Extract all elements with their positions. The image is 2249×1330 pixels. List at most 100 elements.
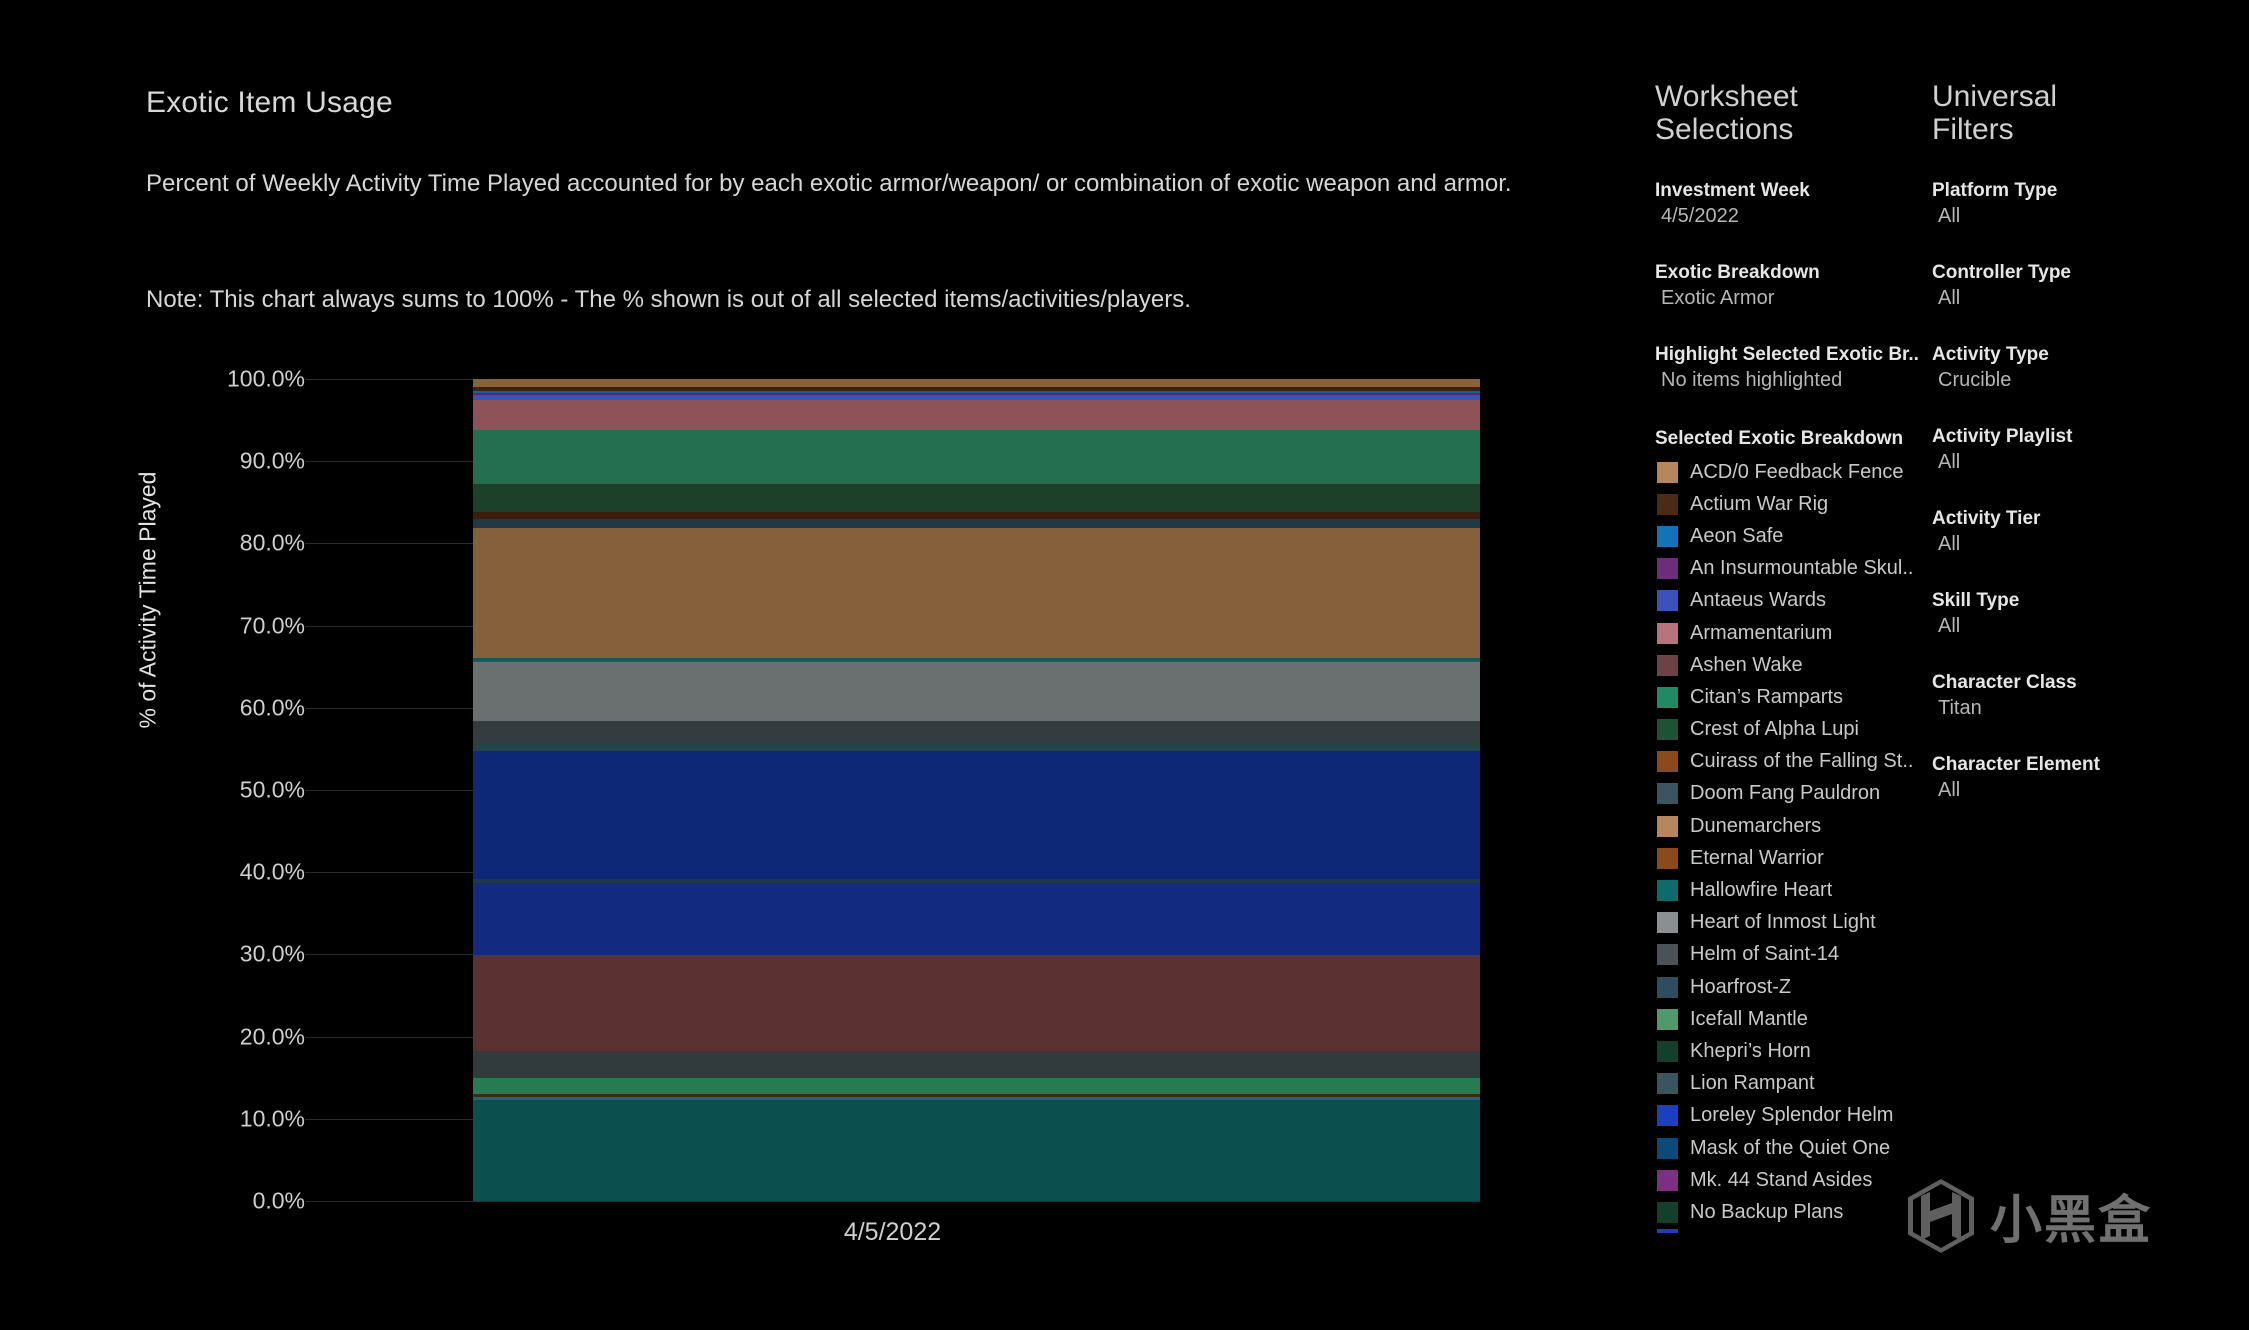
legend-item-label: ACD/0 Feedback Fence <box>1690 460 1904 483</box>
worksheet-selections-panel: Worksheet Selections Investment Week 4/5/… <box>1655 80 1935 1233</box>
worksheet-selections-heading: Worksheet Selections <box>1655 80 1935 146</box>
legend-item[interactable]: ACD/0 Feedback Fence <box>1655 456 1935 488</box>
legend-color-swatch-icon <box>1657 880 1678 902</box>
legend-item-clipped[interactable] <box>1655 1228 1935 1233</box>
legend-item-label: Helm of Saint-14 <box>1690 943 1839 966</box>
legend-color-swatch-icon <box>1657 815 1678 837</box>
legend-color-swatch-icon <box>1657 783 1678 805</box>
legend-item[interactable]: Loreley Splendor Helm <box>1655 1100 1935 1132</box>
legend-item-label: Ashen Wake <box>1690 653 1803 676</box>
filter-value[interactable]: All <box>1932 205 2232 228</box>
worksheet-filter-exotic-breakdown[interactable]: Exotic Breakdown Exotic Armor <box>1655 262 1935 310</box>
legend-item-label: Aeon Safe <box>1690 524 1784 547</box>
legend-item-label: Mk. 44 Stand Asides <box>1690 1168 1873 1191</box>
legend-item-label: Mask of the Quiet One <box>1690 1136 1891 1159</box>
filter-label: Activity Playlist <box>1932 426 2073 447</box>
legend-item[interactable]: Dunemarchers <box>1655 810 1935 842</box>
legend-item-label: Hoarfrost-Z <box>1690 975 1792 998</box>
legend-color-swatch-icon <box>1657 461 1678 483</box>
universal-filter-skill-type[interactable]: Skill Type All <box>1932 590 2232 638</box>
legend-color-swatch-icon <box>1657 976 1678 998</box>
legend-item-label: Actium War Rig <box>1690 492 1829 515</box>
filter-value[interactable]: Titan <box>1932 697 2232 720</box>
filter-value[interactable]: 4/5/2022 <box>1655 205 1935 228</box>
y-tick-label: 80.0% <box>239 529 305 556</box>
watermark: 小黑盒 <box>1908 1178 2152 1253</box>
legend-color-swatch-icon <box>1657 1169 1678 1191</box>
universal-filter-character-element[interactable]: Character Element All <box>1932 754 2232 802</box>
legend-item[interactable]: Lion Rampant <box>1655 1068 1935 1100</box>
legend-color-swatch-icon <box>1657 912 1678 934</box>
legend-item[interactable]: Ashen Wake <box>1655 649 1935 681</box>
legend-item[interactable]: Armamentarium <box>1655 617 1935 649</box>
filter-label: Platform Type <box>1932 180 2058 201</box>
legend-item[interactable]: Doom Fang Pauldron <box>1655 778 1935 810</box>
legend-item[interactable]: Mk. 44 Stand Asides <box>1655 1164 1935 1196</box>
legend-color-swatch-icon <box>1657 525 1678 547</box>
legend-color-swatch-icon <box>1657 590 1678 612</box>
legend-item[interactable]: Antaeus Wards <box>1655 585 1935 617</box>
legend-item[interactable]: Hoarfrost-Z <box>1655 971 1935 1003</box>
legend-color-swatch-icon <box>1657 1201 1678 1223</box>
x-axis: 4/5/2022 <box>305 0 1480 1330</box>
legend-item[interactable]: Cuirass of the Falling St.. <box>1655 746 1935 778</box>
chart-container: % of Activity Time Played 100.0% 90.0% 80.… <box>0 0 1640 1330</box>
legend-item[interactable]: Aeon Safe <box>1655 520 1935 552</box>
legend-color-swatch-icon <box>1657 944 1678 966</box>
worksheet-filter-list: Investment Week 4/5/2022 Exotic Breakdown E… <box>1655 180 1935 392</box>
filter-value[interactable]: Crucible <box>1932 369 2232 392</box>
legend-item[interactable]: Heart of Inmost Light <box>1655 907 1935 939</box>
universal-filters-panel: Universal Filters Platform Type All Contro… <box>1932 80 2232 802</box>
legend-item-label: Antaeus Wards <box>1690 589 1826 612</box>
y-tick-label: 50.0% <box>239 776 305 803</box>
worksheet-filter-investment-week[interactable]: Investment Week 4/5/2022 <box>1655 180 1935 228</box>
legend-item-label: Citan’s Ramparts <box>1690 685 1844 708</box>
legend-item[interactable]: Eternal Warrior <box>1655 842 1935 874</box>
filter-label: Activity Tier <box>1932 508 2041 529</box>
filter-label: Character Element <box>1932 754 2100 775</box>
legend-item[interactable]: Helm of Saint-14 <box>1655 939 1935 971</box>
universal-filter-character-class[interactable]: Character Class Titan <box>1932 672 2232 720</box>
legend-color-swatch-icon <box>1657 1137 1678 1159</box>
universal-filter-platform-type[interactable]: Platform Type All <box>1932 180 2232 228</box>
y-tick-label: 40.0% <box>239 858 305 885</box>
filter-value[interactable]: Exotic Armor <box>1655 287 1935 310</box>
universal-filter-list: Platform Type All Controller Type All Activi… <box>1932 180 2232 802</box>
legend-color-swatch-icon <box>1657 1228 1678 1233</box>
worksheet-selections-heading-line1: Worksheet <box>1655 80 1798 113</box>
legend-item[interactable]: An Insurmountable Skul.. <box>1655 553 1935 585</box>
legend-item[interactable]: Icefall Mantle <box>1655 1003 1935 1035</box>
filter-value[interactable]: All <box>1932 615 2232 638</box>
legend-color-swatch-icon <box>1657 751 1678 773</box>
legend-item-label: Eternal Warrior <box>1690 846 1824 869</box>
y-tick-label: 10.0% <box>239 1105 305 1132</box>
legend-item[interactable]: Crest of Alpha Lupi <box>1655 714 1935 746</box>
filter-label: Highlight Selected Exotic Br.. <box>1655 344 1919 365</box>
filter-value[interactable]: All <box>1932 287 2232 310</box>
universal-filter-controller-type[interactable]: Controller Type All <box>1932 262 2232 310</box>
legend-item-label: Icefall Mantle <box>1690 1007 1808 1030</box>
worksheet-filter-highlight-selected-exotic-br[interactable]: Highlight Selected Exotic Br.. No items h… <box>1655 344 1935 392</box>
universal-filter-activity-playlist[interactable]: Activity Playlist All <box>1932 426 2232 474</box>
filter-label: Character Class <box>1932 672 2077 693</box>
legend-list: ACD/0 Feedback Fence Actium War Rig Aeon S… <box>1655 456 1935 1233</box>
y-tick-label: 30.0% <box>239 940 305 967</box>
legend-item[interactable]: Mask of the Quiet One <box>1655 1132 1935 1164</box>
filter-value[interactable]: All <box>1932 451 2232 474</box>
legend-item[interactable]: Khepri’s Horn <box>1655 1035 1935 1067</box>
legend-item-label: Crest of Alpha Lupi <box>1690 718 1859 741</box>
legend-color-swatch-icon <box>1657 686 1678 708</box>
legend-color-swatch-icon <box>1657 847 1678 869</box>
universal-filter-activity-type[interactable]: Activity Type Crucible <box>1932 344 2232 392</box>
legend-color-swatch-icon <box>1657 558 1678 580</box>
legend-item[interactable]: Citan’s Ramparts <box>1655 681 1935 713</box>
legend-item[interactable]: Actium War Rig <box>1655 488 1935 520</box>
legend-item[interactable]: Hallowfire Heart <box>1655 874 1935 906</box>
universal-filter-activity-tier[interactable]: Activity Tier All <box>1932 508 2232 556</box>
legend-item[interactable]: No Backup Plans <box>1655 1196 1935 1228</box>
legend-color-swatch-icon <box>1657 1073 1678 1095</box>
filter-value[interactable]: No items highlighted <box>1655 369 1935 392</box>
filter-value[interactable]: All <box>1932 533 2232 556</box>
filter-value[interactable]: All <box>1932 779 2232 802</box>
legend-item-label: Lion Rampant <box>1690 1072 1815 1095</box>
